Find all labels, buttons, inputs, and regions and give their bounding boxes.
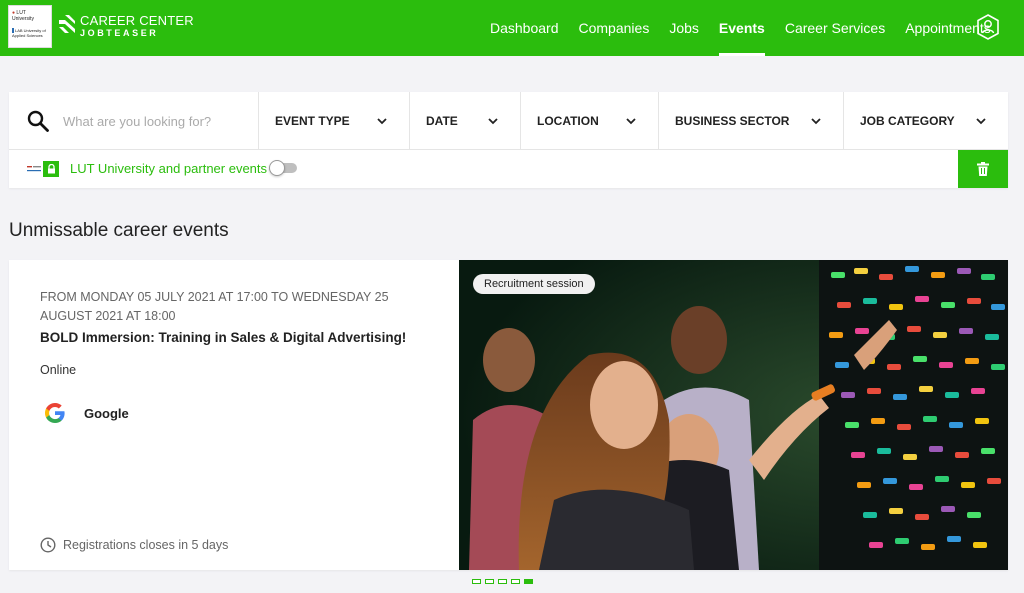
date-dropdown[interactable]: DATE bbox=[410, 92, 521, 150]
carousel-dot[interactable] bbox=[498, 579, 507, 584]
date-label: DATE bbox=[426, 114, 458, 128]
carousel-dot[interactable] bbox=[472, 579, 481, 584]
nav-career-services[interactable]: Career Services bbox=[775, 0, 895, 56]
company-name: Google bbox=[84, 405, 129, 421]
event-info: FROM MONDAY 05 JULY 2021 AT 17:00 TO WED… bbox=[9, 260, 458, 570]
partner-events-row: LUT University and partner events bbox=[9, 150, 1008, 188]
location-label: LOCATION bbox=[537, 114, 599, 128]
location-dropdown[interactable]: LOCATION bbox=[521, 92, 659, 150]
jobteaser-logo-icon bbox=[59, 15, 75, 33]
registration-text: Registrations closes in 5 days bbox=[63, 538, 229, 552]
chevron-down-icon bbox=[626, 117, 636, 124]
lock-icon bbox=[43, 161, 59, 177]
clear-filters-button[interactable] bbox=[958, 150, 1008, 188]
event-title[interactable]: BOLD Immersion: Training in Sales & Digi… bbox=[40, 330, 440, 345]
toggle-knob bbox=[269, 160, 285, 176]
event-image[interactable]: Recruitment session bbox=[459, 260, 1008, 570]
chevron-down-icon bbox=[976, 117, 986, 124]
nav-dashboard[interactable]: Dashboard bbox=[480, 0, 569, 56]
carousel-dot[interactable] bbox=[485, 579, 494, 584]
top-navigation-bar: ● LUT University LAB University of Appli… bbox=[0, 0, 1024, 56]
clock-icon bbox=[40, 537, 56, 553]
job-category-label: JOB CATEGORY bbox=[860, 114, 955, 128]
chevron-down-icon bbox=[377, 117, 387, 124]
nav-jobs[interactable]: Jobs bbox=[659, 0, 709, 56]
university-mini-logo bbox=[26, 163, 42, 175]
carousel-dot-active[interactable] bbox=[524, 579, 533, 584]
event-date: FROM MONDAY 05 JULY 2021 AT 17:00 TO WED… bbox=[40, 290, 389, 323]
google-logo-icon bbox=[40, 398, 70, 428]
event-type-dropdown[interactable]: EVENT TYPE bbox=[259, 92, 410, 150]
filter-row: EVENT TYPE DATE LOCATION BUSINESS SECTOR… bbox=[9, 92, 1008, 150]
event-type-badge: Recruitment session bbox=[473, 274, 595, 294]
event-photo bbox=[459, 260, 1008, 570]
nav-events[interactable]: Events bbox=[709, 0, 775, 56]
registration-deadline: Registrations closes in 5 days bbox=[40, 537, 228, 553]
event-filter-panel: EVENT TYPE DATE LOCATION BUSINESS SECTOR… bbox=[9, 92, 1008, 188]
section-title: Unmissable career events bbox=[9, 220, 229, 241]
event-type-label: EVENT TYPE bbox=[275, 114, 350, 128]
user-shield-icon[interactable] bbox=[976, 14, 1000, 40]
job-category-dropdown[interactable]: JOB CATEGORY bbox=[844, 92, 1008, 150]
search-box bbox=[9, 92, 259, 150]
event-location: Online bbox=[40, 363, 77, 377]
chevron-down-icon bbox=[811, 117, 821, 124]
event-company[interactable]: Google bbox=[40, 398, 129, 428]
brand-subtitle: JOBTEASER bbox=[80, 28, 159, 38]
nav-companies[interactable]: Companies bbox=[569, 0, 660, 56]
partner-events-label: LUT University and partner events bbox=[70, 161, 268, 176]
university-logo-line1: LUT University bbox=[12, 10, 34, 22]
featured-event-card[interactable]: FROM MONDAY 05 JULY 2021 AT 17:00 TO WED… bbox=[9, 260, 1008, 570]
partner-events-toggle[interactable] bbox=[269, 160, 299, 176]
carousel-dot[interactable] bbox=[511, 579, 520, 584]
business-sector-dropdown[interactable]: BUSINESS SECTOR bbox=[659, 92, 844, 150]
main-nav: Dashboard Companies Jobs Events Career S… bbox=[480, 0, 1001, 56]
search-icon[interactable] bbox=[26, 109, 50, 133]
brand-title: CAREER CENTER bbox=[80, 13, 194, 28]
business-sector-label: BUSINESS SECTOR bbox=[675, 114, 790, 128]
chevron-down-icon bbox=[488, 117, 498, 124]
search-input[interactable] bbox=[63, 110, 249, 132]
carousel-pagination bbox=[472, 579, 537, 584]
university-logo[interactable]: ● LUT University LAB University of Appli… bbox=[8, 5, 52, 48]
trash-icon bbox=[977, 162, 989, 176]
university-logo-line2: LAB University of Applied Sciences bbox=[12, 28, 46, 39]
